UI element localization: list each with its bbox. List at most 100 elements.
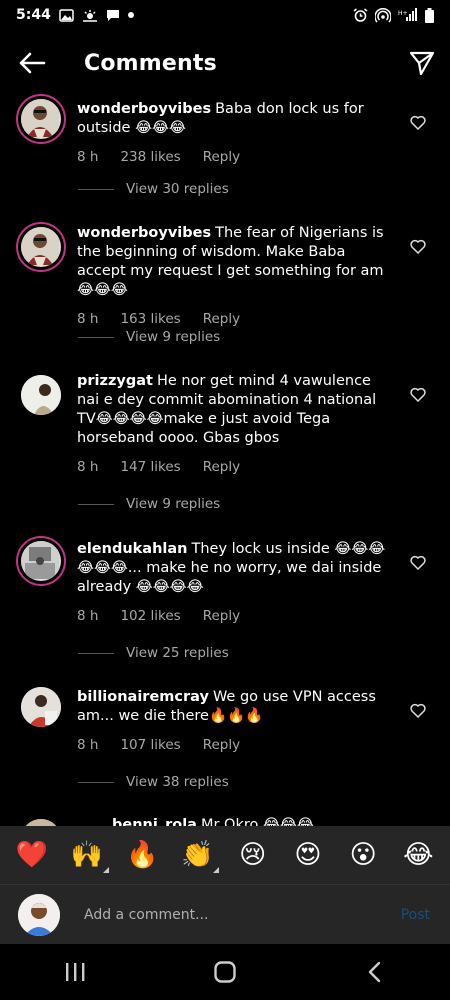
reply-button[interactable]: Reply <box>203 148 240 167</box>
view-replies-label: View 9 replies <box>126 496 221 512</box>
emoji-raised-hands-button[interactable]: 🙌 <box>67 835 109 875</box>
like-button[interactable] <box>408 384 428 404</box>
emoji-heart-eyes-button[interactable]: 😍 <box>288 835 328 875</box>
view-replies-button[interactable]: View 38 replies <box>78 774 229 790</box>
status-time: 5:44 <box>16 7 51 23</box>
share-button[interactable] <box>394 38 450 88</box>
divider <box>78 781 114 783</box>
hotspot-icon <box>375 7 391 23</box>
avatar-photo <box>21 375 61 415</box>
avatar[interactable] <box>16 682 66 732</box>
send-icon <box>409 51 435 76</box>
emoji-clap-button[interactable]: 👏 <box>177 835 220 875</box>
divider <box>78 336 114 338</box>
heart-icon <box>410 115 426 130</box>
comment-time: 8 h <box>77 311 99 327</box>
post-button[interactable]: Post <box>401 907 430 923</box>
reply-button[interactable]: Reply <box>203 736 240 755</box>
divider <box>78 503 114 505</box>
avatar-photo <box>21 819 61 826</box>
back-icon <box>368 961 381 983</box>
comment-likes[interactable]: 102 likes <box>120 607 180 626</box>
emoji-fire-button[interactable]: 🔥 <box>122 835 162 875</box>
like-button[interactable] <box>408 700 428 720</box>
heart-icon <box>410 239 426 254</box>
like-button[interactable] <box>408 552 428 572</box>
like-button[interactable] <box>408 112 428 132</box>
reply-button[interactable]: Reply <box>203 458 240 477</box>
heart-icon <box>410 703 426 718</box>
avatar[interactable] <box>16 94 66 144</box>
comment-username[interactable]: wonderboyvibes <box>77 101 211 117</box>
comment-time: 8 h <box>77 608 99 624</box>
comment-text: wonderboyvibes Baba don lock us for outsi… <box>77 100 397 138</box>
view-replies-button[interactable]: View 30 replies <box>78 181 229 197</box>
like-button[interactable] <box>408 236 428 256</box>
comment-likes[interactable]: 238 likes <box>120 148 180 167</box>
skin-tone-indicator <box>102 867 109 873</box>
emoji-laughing-button[interactable]: 😂 <box>398 835 438 875</box>
comment-text: billionairemcray We go use VPN access am.… <box>77 688 397 726</box>
back-button[interactable] <box>0 38 64 88</box>
svg-text:H+: H+ <box>398 10 408 17</box>
home-button[interactable] <box>195 947 255 997</box>
signal-icon: H+ <box>398 8 418 22</box>
dot-icon <box>127 12 134 18</box>
battery-icon <box>425 7 434 23</box>
view-replies-label: View 25 replies <box>126 645 229 661</box>
gallery-icon <box>59 8 74 22</box>
emoji-quick-reply-bar: ❤️ 🙌 🔥 👏 😢 😍 😮 😂 <box>0 826 450 884</box>
recents-icon <box>66 963 85 981</box>
view-replies-button[interactable]: View 25 replies <box>78 645 229 661</box>
comment-input[interactable]: Add a comment... <box>84 907 401 923</box>
comment-username[interactable]: billionairemcray <box>77 689 209 705</box>
comment-time: 8 h <box>77 459 99 475</box>
comment-time: 8 h <box>77 737 99 753</box>
weather-icon <box>82 9 98 22</box>
avatar-photo <box>21 541 61 581</box>
comment-username[interactable]: benni_rola <box>112 817 197 826</box>
alarm-icon <box>353 7 368 23</box>
avatar[interactable] <box>16 814 66 826</box>
recents-button[interactable] <box>45 947 105 997</box>
heart-icon <box>410 555 426 570</box>
emoji-clap-label: 👏 <box>181 840 214 870</box>
avatar-photo <box>21 99 61 139</box>
emoji-surprised-button[interactable]: 😮 <box>343 835 383 875</box>
comment-text: wonderboyvibes The fear of Nigerians is t… <box>77 224 397 300</box>
comment-likes[interactable]: 107 likes <box>120 736 180 755</box>
emoji-heart-button[interactable]: ❤️ <box>12 835 52 875</box>
comment-likes[interactable]: 163 likes <box>120 310 180 329</box>
comments-list[interactable]: wonderboyvibes Baba don lock us for outsi… <box>0 88 450 826</box>
view-replies-label: View 38 replies <box>126 774 229 790</box>
view-replies-button[interactable]: View 9 replies <box>78 329 220 345</box>
comment-text: elendukahlan They lock us inside 😂😂😂😂😂😂..… <box>77 540 397 597</box>
comment-username[interactable]: prizzygat <box>77 373 153 389</box>
view-replies-label: View 30 replies <box>126 181 229 197</box>
emoji-crying-button[interactable]: 😢 <box>233 835 273 875</box>
avatar[interactable] <box>16 370 66 420</box>
avatar <box>18 893 60 936</box>
comment-username[interactable]: wonderboyvibes <box>77 225 211 241</box>
system-nav-bar <box>0 944 450 1000</box>
status-bar: 5:44 H+ <box>0 0 450 30</box>
comment-content: Mr Okro 😂😂😂 <box>200 817 314 826</box>
reply-button[interactable]: Reply <box>203 310 240 329</box>
home-icon <box>214 961 236 983</box>
comment-time: 8 h <box>77 149 99 165</box>
comment-username[interactable]: elendukahlan <box>77 541 188 557</box>
avatar-photo <box>21 687 61 727</box>
view-replies-button[interactable]: View 9 replies <box>78 496 220 512</box>
message-icon <box>106 9 120 22</box>
header: Comments <box>0 38 450 88</box>
arrow-left-icon <box>19 52 46 74</box>
comment-composer: Add a comment... Post <box>0 884 450 944</box>
avatar[interactable] <box>16 222 66 272</box>
heart-icon <box>410 387 426 402</box>
reply-button[interactable]: Reply <box>203 607 240 626</box>
avatar[interactable] <box>16 536 66 586</box>
skin-tone-indicator <box>213 867 220 873</box>
comment-text: benni_rola Mr Okro 😂😂😂 <box>112 816 432 826</box>
comment-likes[interactable]: 147 likes <box>120 458 180 477</box>
back-nav-button[interactable] <box>345 947 405 997</box>
